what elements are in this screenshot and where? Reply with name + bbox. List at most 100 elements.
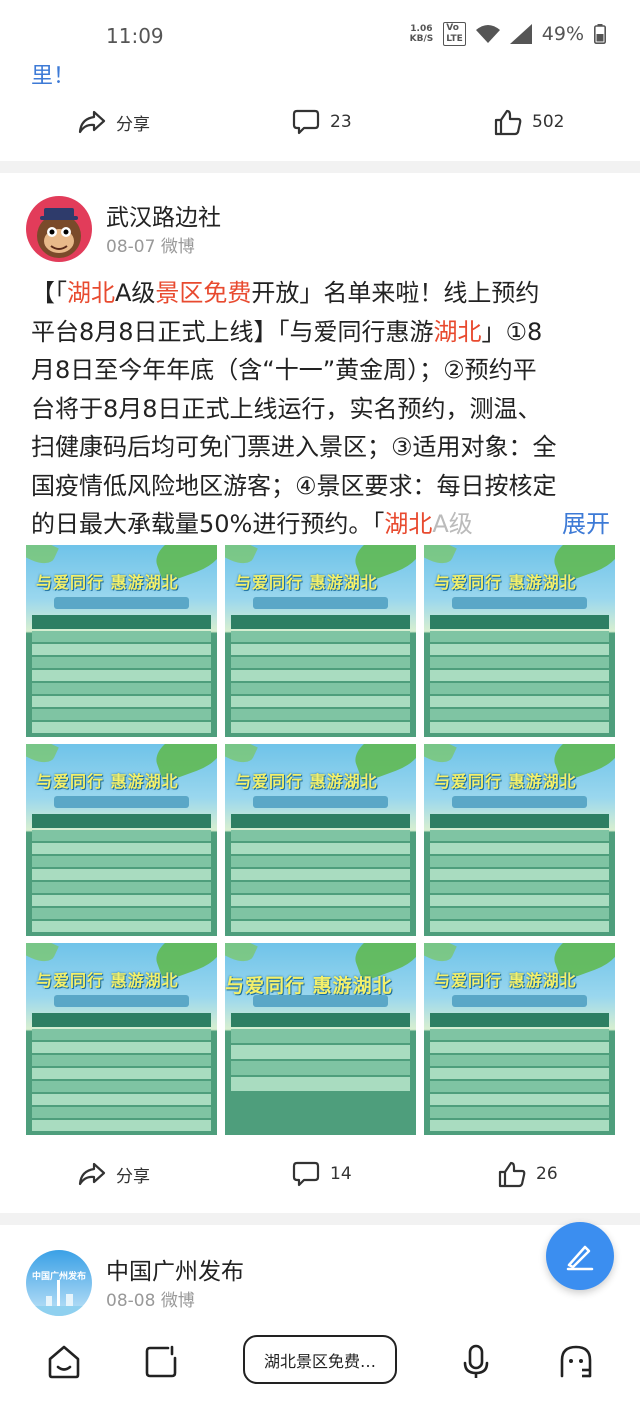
table-row <box>231 843 410 854</box>
table-row <box>430 722 609 733</box>
table-row <box>231 908 410 919</box>
table-row <box>430 1068 609 1079</box>
share-icon <box>78 110 106 134</box>
hashtag-keyword[interactable]: 湖北 <box>67 279 115 307</box>
table-header <box>231 615 410 629</box>
table-row <box>32 722 211 733</box>
leaf-decoration <box>225 545 258 569</box>
table-header <box>32 814 211 828</box>
image-subtitle-bar <box>54 796 189 808</box>
search-box[interactable]: 湖北景区免费… <box>243 1335 397 1384</box>
status-icons: 1.06 KB/S Vo LTE 49% <box>410 22 606 46</box>
post-image[interactable]: 与爱同行 惠游湖北 <box>26 545 217 737</box>
image-subtitle-bar <box>452 597 587 609</box>
image-title: 与爱同行 惠游湖北 <box>434 573 577 592</box>
image-subtitle-bar <box>54 995 189 1007</box>
post-image[interactable]: 与爱同行 惠游湖北 <box>26 744 217 936</box>
table-row <box>32 631 211 642</box>
post-meta: 08-07 微博 <box>106 232 195 257</box>
table-row <box>32 1107 211 1118</box>
post-body-line: 扫健康码后均可免门票进入景区；③适用对象：全 <box>31 428 615 467</box>
profile-icon[interactable] <box>556 1342 596 1382</box>
table-row <box>231 1077 410 1091</box>
table-row <box>430 696 609 707</box>
table-row <box>231 921 410 932</box>
table-header <box>231 1013 410 1027</box>
avatar[interactable] <box>26 196 92 262</box>
post-body[interactable]: 【「湖北A级景区免费开放」名单来啦！线上预约 平台8月8日正式上线】「与爱同行惠游… <box>31 274 615 544</box>
prev-post-text[interactable]: 里！ <box>31 58 75 90</box>
post-image[interactable]: 与爱同行 惠游湖北 <box>424 545 615 737</box>
table-row <box>430 1029 609 1040</box>
table-row <box>231 657 410 668</box>
table-row <box>32 1120 211 1131</box>
image-title: 与爱同行 惠游湖北 <box>434 772 577 791</box>
signal-icon <box>509 24 532 44</box>
table-row <box>32 1068 211 1079</box>
like-button[interactable]: 502 <box>494 96 564 148</box>
table-row <box>32 1029 211 1040</box>
like-icon <box>498 1161 526 1188</box>
share-button[interactable]: 分享 <box>78 96 150 148</box>
table-row <box>430 631 609 642</box>
image-subtitle-bar <box>253 796 388 808</box>
home-icon[interactable] <box>44 1342 84 1382</box>
author-name[interactable]: 武汉路边社 <box>106 198 221 232</box>
table-row <box>32 657 211 668</box>
table-row <box>32 670 211 681</box>
author-name[interactable]: 中国广州发布 <box>106 1252 244 1286</box>
post-body-line: 台将于8月8日正式上线运行，实名预约，测温、 <box>31 390 615 429</box>
post-image[interactable]: 与爱同行 惠游湖北 <box>225 943 416 1135</box>
comment-button[interactable]: 14 <box>292 1148 352 1200</box>
post-body-line: 【「湖北A级景区免费开放」名单来啦！线上预约 <box>31 274 615 313</box>
table-row <box>32 1081 211 1092</box>
hashtag-keyword[interactable]: 湖北 <box>434 318 482 346</box>
post-body-line: 平台8月8日正式上线】「与爱同行惠游湖北」①8 <box>31 313 615 352</box>
image-grid: 与爱同行 惠游湖北 与爱同行 惠游湖北 与爱同行 惠游湖北 与爱同行 惠游湖北 与爱同行… <box>26 545 615 1135</box>
table-row <box>32 869 211 880</box>
expand-link[interactable]: 展开 <box>562 504 610 539</box>
table-row <box>430 1094 609 1105</box>
discover-icon[interactable] <box>142 1342 182 1382</box>
compose-button[interactable] <box>546 1222 614 1290</box>
post-image[interactable]: 与爱同行 惠游湖北 <box>225 545 416 737</box>
post-image[interactable]: 与爱同行 惠游湖北 <box>424 744 615 936</box>
leaf-decoration <box>424 943 457 967</box>
mic-icon[interactable] <box>456 1342 496 1382</box>
table-row <box>231 830 410 841</box>
post-image[interactable]: 与爱同行 惠游湖北 <box>424 943 615 1135</box>
table-row <box>32 830 211 841</box>
table-rows <box>430 1029 609 1133</box>
table-header <box>430 615 609 629</box>
avatar[interactable]: 中国广州发布 <box>26 1250 92 1316</box>
post-text-segment: 月8日至今年年底（含“十一”黄金周）；②预约平 <box>31 356 537 384</box>
post-actions: 分享 14 26 <box>0 1148 640 1200</box>
hashtag-keyword[interactable]: 景区免费 <box>155 279 251 307</box>
table-row <box>430 1120 609 1131</box>
table-row <box>32 908 211 919</box>
table-row <box>430 1055 609 1066</box>
table-row <box>231 895 410 906</box>
like-button[interactable]: 26 <box>498 1148 558 1200</box>
table-rows <box>32 830 211 934</box>
table-row <box>430 644 609 655</box>
table-row <box>430 830 609 841</box>
status-time: 11:09 <box>106 24 164 48</box>
table-rows <box>430 631 609 735</box>
post-divider <box>0 1213 640 1225</box>
post-image[interactable]: 与爱同行 惠游湖北 <box>26 943 217 1135</box>
comment-button[interactable]: 23 <box>292 96 352 148</box>
post-date: 08-08 <box>106 1291 156 1311</box>
image-subtitle-bar <box>253 597 388 609</box>
share-button[interactable]: 分享 <box>78 1148 150 1200</box>
table-row <box>32 895 211 906</box>
table-row <box>430 908 609 919</box>
table-row <box>430 895 609 906</box>
table-row <box>32 709 211 720</box>
image-title: 与爱同行 惠游湖北 <box>36 573 179 592</box>
hashtag-keyword[interactable]: 湖北 <box>384 510 432 538</box>
post-divider <box>0 161 640 173</box>
image-title: 与爱同行 惠游湖北 <box>36 772 179 791</box>
post-image[interactable]: 与爱同行 惠游湖北 <box>225 744 416 936</box>
leaf-decoration <box>225 943 258 967</box>
